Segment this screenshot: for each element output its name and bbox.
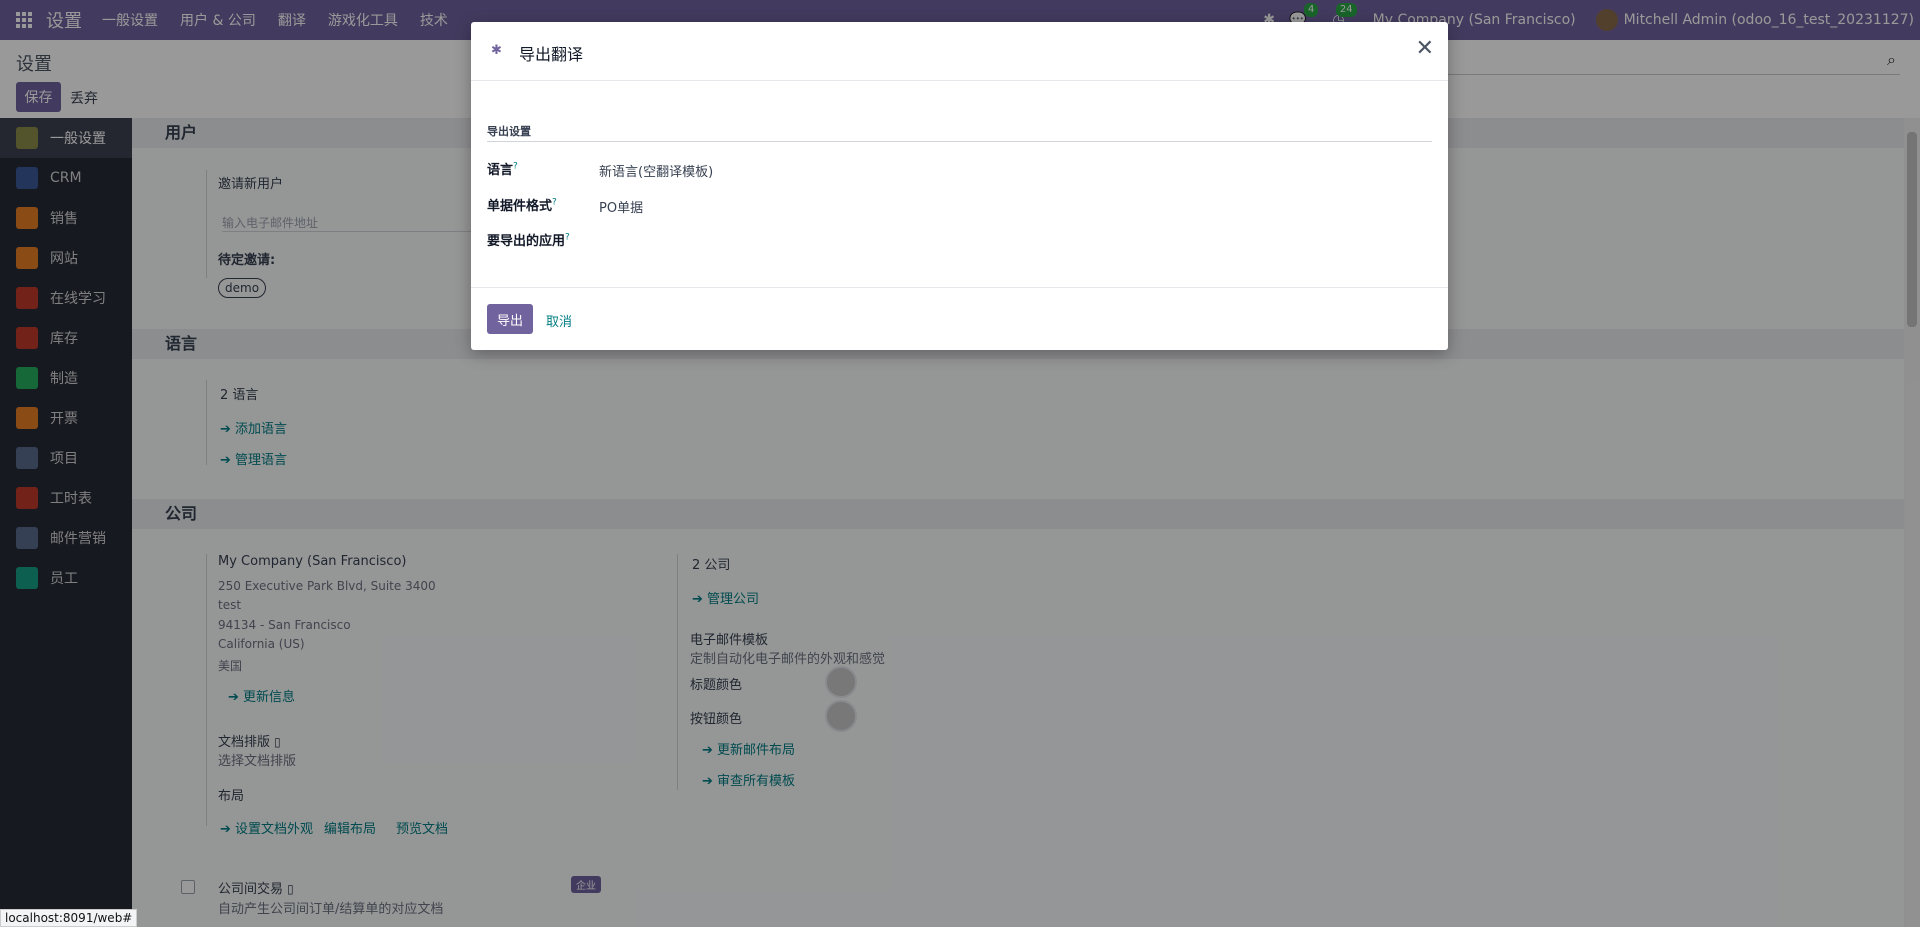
export-button[interactable]: 导出 [487,304,533,334]
language-field-label: 语言? [487,159,518,178]
help-icon[interactable]: ? [565,233,570,243]
dialog-title: 导出翻译 [519,45,584,64]
dialog-footer: 导出 取消 [471,287,1448,351]
file-format-label-text: 单据件格式 [487,199,553,214]
apps-to-export-field-label: 要导出的应用? [487,230,570,249]
export-translation-dialog: ✱ 导出翻译 ✕ 导出设置 语言? 新语言(空翻译模板) 单据件格式? PO单据… [471,22,1448,350]
help-icon[interactable]: ? [513,162,518,172]
file-format-select[interactable]: PO单据 [599,197,643,216]
language-label-text: 语言 [487,163,514,178]
export-settings-group-title: 导出设置 [487,123,1432,142]
file-format-field-label: 单据件格式? [487,195,557,214]
apps-to-export-input[interactable] [599,230,1419,248]
browser-status-url: localhost:8091/web# [0,909,138,927]
bug-icon: ✱ [491,43,502,58]
dialog-header: ✱ 导出翻译 ✕ [471,22,1448,81]
cancel-button[interactable]: 取消 [546,311,572,330]
apps-to-export-label-text: 要导出的应用 [487,234,566,249]
help-icon[interactable]: ? [552,198,557,208]
language-select[interactable]: 新语言(空翻译模板) [599,161,713,180]
close-icon[interactable]: ✕ [1416,36,1434,61]
